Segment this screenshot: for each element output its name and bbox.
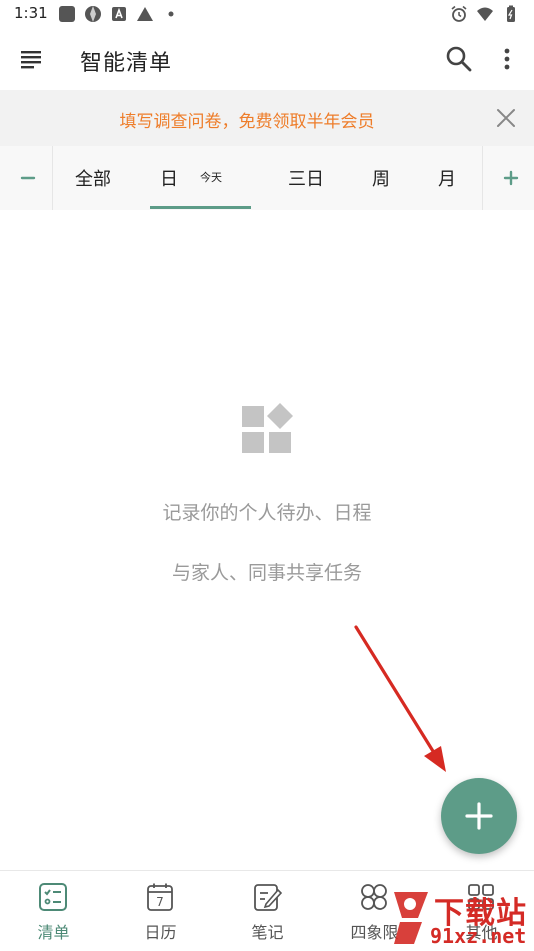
alarm-icon [451, 5, 467, 22]
nav-label-calendar: 日历 [144, 923, 177, 942]
status-time: 1:31 [14, 4, 48, 22]
app-a-icon [112, 7, 126, 21]
tab-month[interactable]: 月 [438, 165, 456, 191]
plus-icon [503, 170, 519, 186]
nav-label-notes: 笔记 [251, 923, 284, 942]
more-options-icon[interactable] [496, 44, 518, 74]
note-icon [254, 884, 282, 911]
watermark: 下载站 91xz.net [388, 886, 534, 950]
annotation-arrow-icon [354, 625, 446, 772]
notification-square-icon [59, 6, 75, 22]
empty-state-line-2: 与家人、同事共享任务 [171, 562, 362, 584]
minus-icon [20, 176, 36, 180]
calendar-day-number: 7 [156, 895, 164, 909]
app-title: 智能清单 [80, 51, 173, 76]
nav-item-list[interactable]: 清单 [0, 871, 107, 951]
status-bar: 1:31 [0, 0, 534, 28]
tab-all[interactable]: 全部 [75, 165, 111, 191]
nav-item-calendar[interactable]: 7 日历 [107, 871, 214, 951]
wifi-icon [477, 7, 493, 21]
app-bar: 智能清单 [0, 28, 534, 90]
tab-three-days[interactable]: 三日 [288, 165, 324, 191]
add-icon [465, 802, 493, 830]
nav-item-notes[interactable]: 笔记 [214, 871, 321, 951]
add-tab-button[interactable] [482, 146, 534, 210]
tab-day[interactable]: 日 [160, 165, 178, 191]
empty-list-icon [242, 403, 293, 453]
triangle-icon [137, 7, 153, 21]
dot-icon [168, 11, 174, 17]
selected-tab-indicator [150, 206, 251, 209]
add-task-button[interactable] [441, 778, 517, 854]
nav-label-list: 清单 [37, 923, 70, 942]
tab-week[interactable]: 周 [372, 165, 390, 191]
period-tabs: 全部 日 今天 三日 周 月 [0, 146, 534, 210]
battery-icon [507, 5, 515, 22]
calendar-icon: 7 [147, 883, 173, 911]
survey-banner[interactable]: 填写调查问卷，免费领取半年会员 [0, 90, 534, 146]
tab-day-today-label: 今天 [200, 171, 222, 184]
quadrant-icon [361, 884, 387, 910]
aperture-icon [85, 6, 101, 22]
checklist-icon [39, 883, 67, 911]
watermark-logo-icon [394, 892, 428, 944]
collapse-tabs-button[interactable] [0, 146, 53, 210]
close-icon[interactable] [492, 104, 520, 132]
watermark-url: 91xz.net [430, 924, 527, 948]
search-icon[interactable] [444, 44, 474, 74]
menu-icon[interactable] [18, 46, 44, 72]
empty-state-line-1: 记录你的个人待办、日程 [162, 502, 372, 524]
banner-text[interactable]: 填写调查问卷，免费领取半年会员 [0, 107, 494, 132]
